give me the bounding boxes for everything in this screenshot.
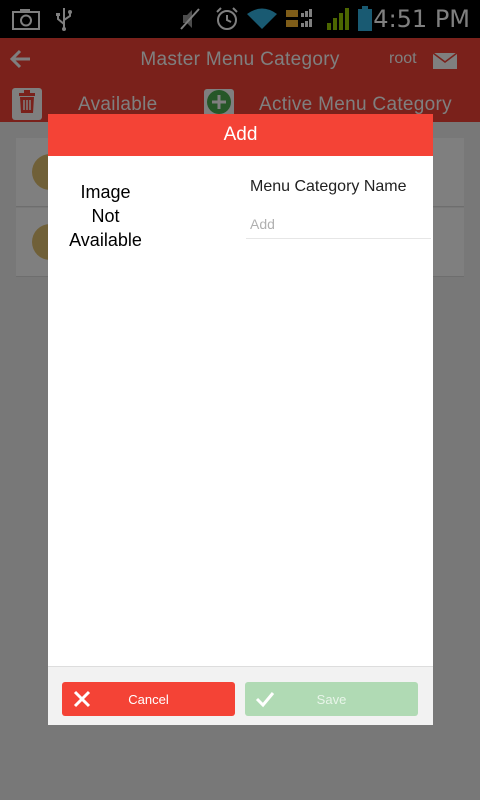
- image-placeholder[interactable]: Image Not Available: [58, 180, 153, 252]
- close-icon: [72, 689, 92, 709]
- check-icon: [255, 689, 275, 709]
- cancel-button[interactable]: Cancel: [62, 682, 235, 716]
- dialog-title: Add: [48, 114, 433, 156]
- menu-category-name-label: Menu Category Name: [250, 178, 407, 195]
- save-label: Save: [316, 691, 347, 707]
- save-button[interactable]: Save: [245, 682, 418, 716]
- dialog-footer: Cancel Save: [48, 666, 433, 725]
- add-dialog: Add Image Not Available Menu Category Na…: [48, 114, 433, 725]
- cancel-label: Cancel: [128, 691, 169, 707]
- menu-category-name-input[interactable]: [246, 210, 431, 239]
